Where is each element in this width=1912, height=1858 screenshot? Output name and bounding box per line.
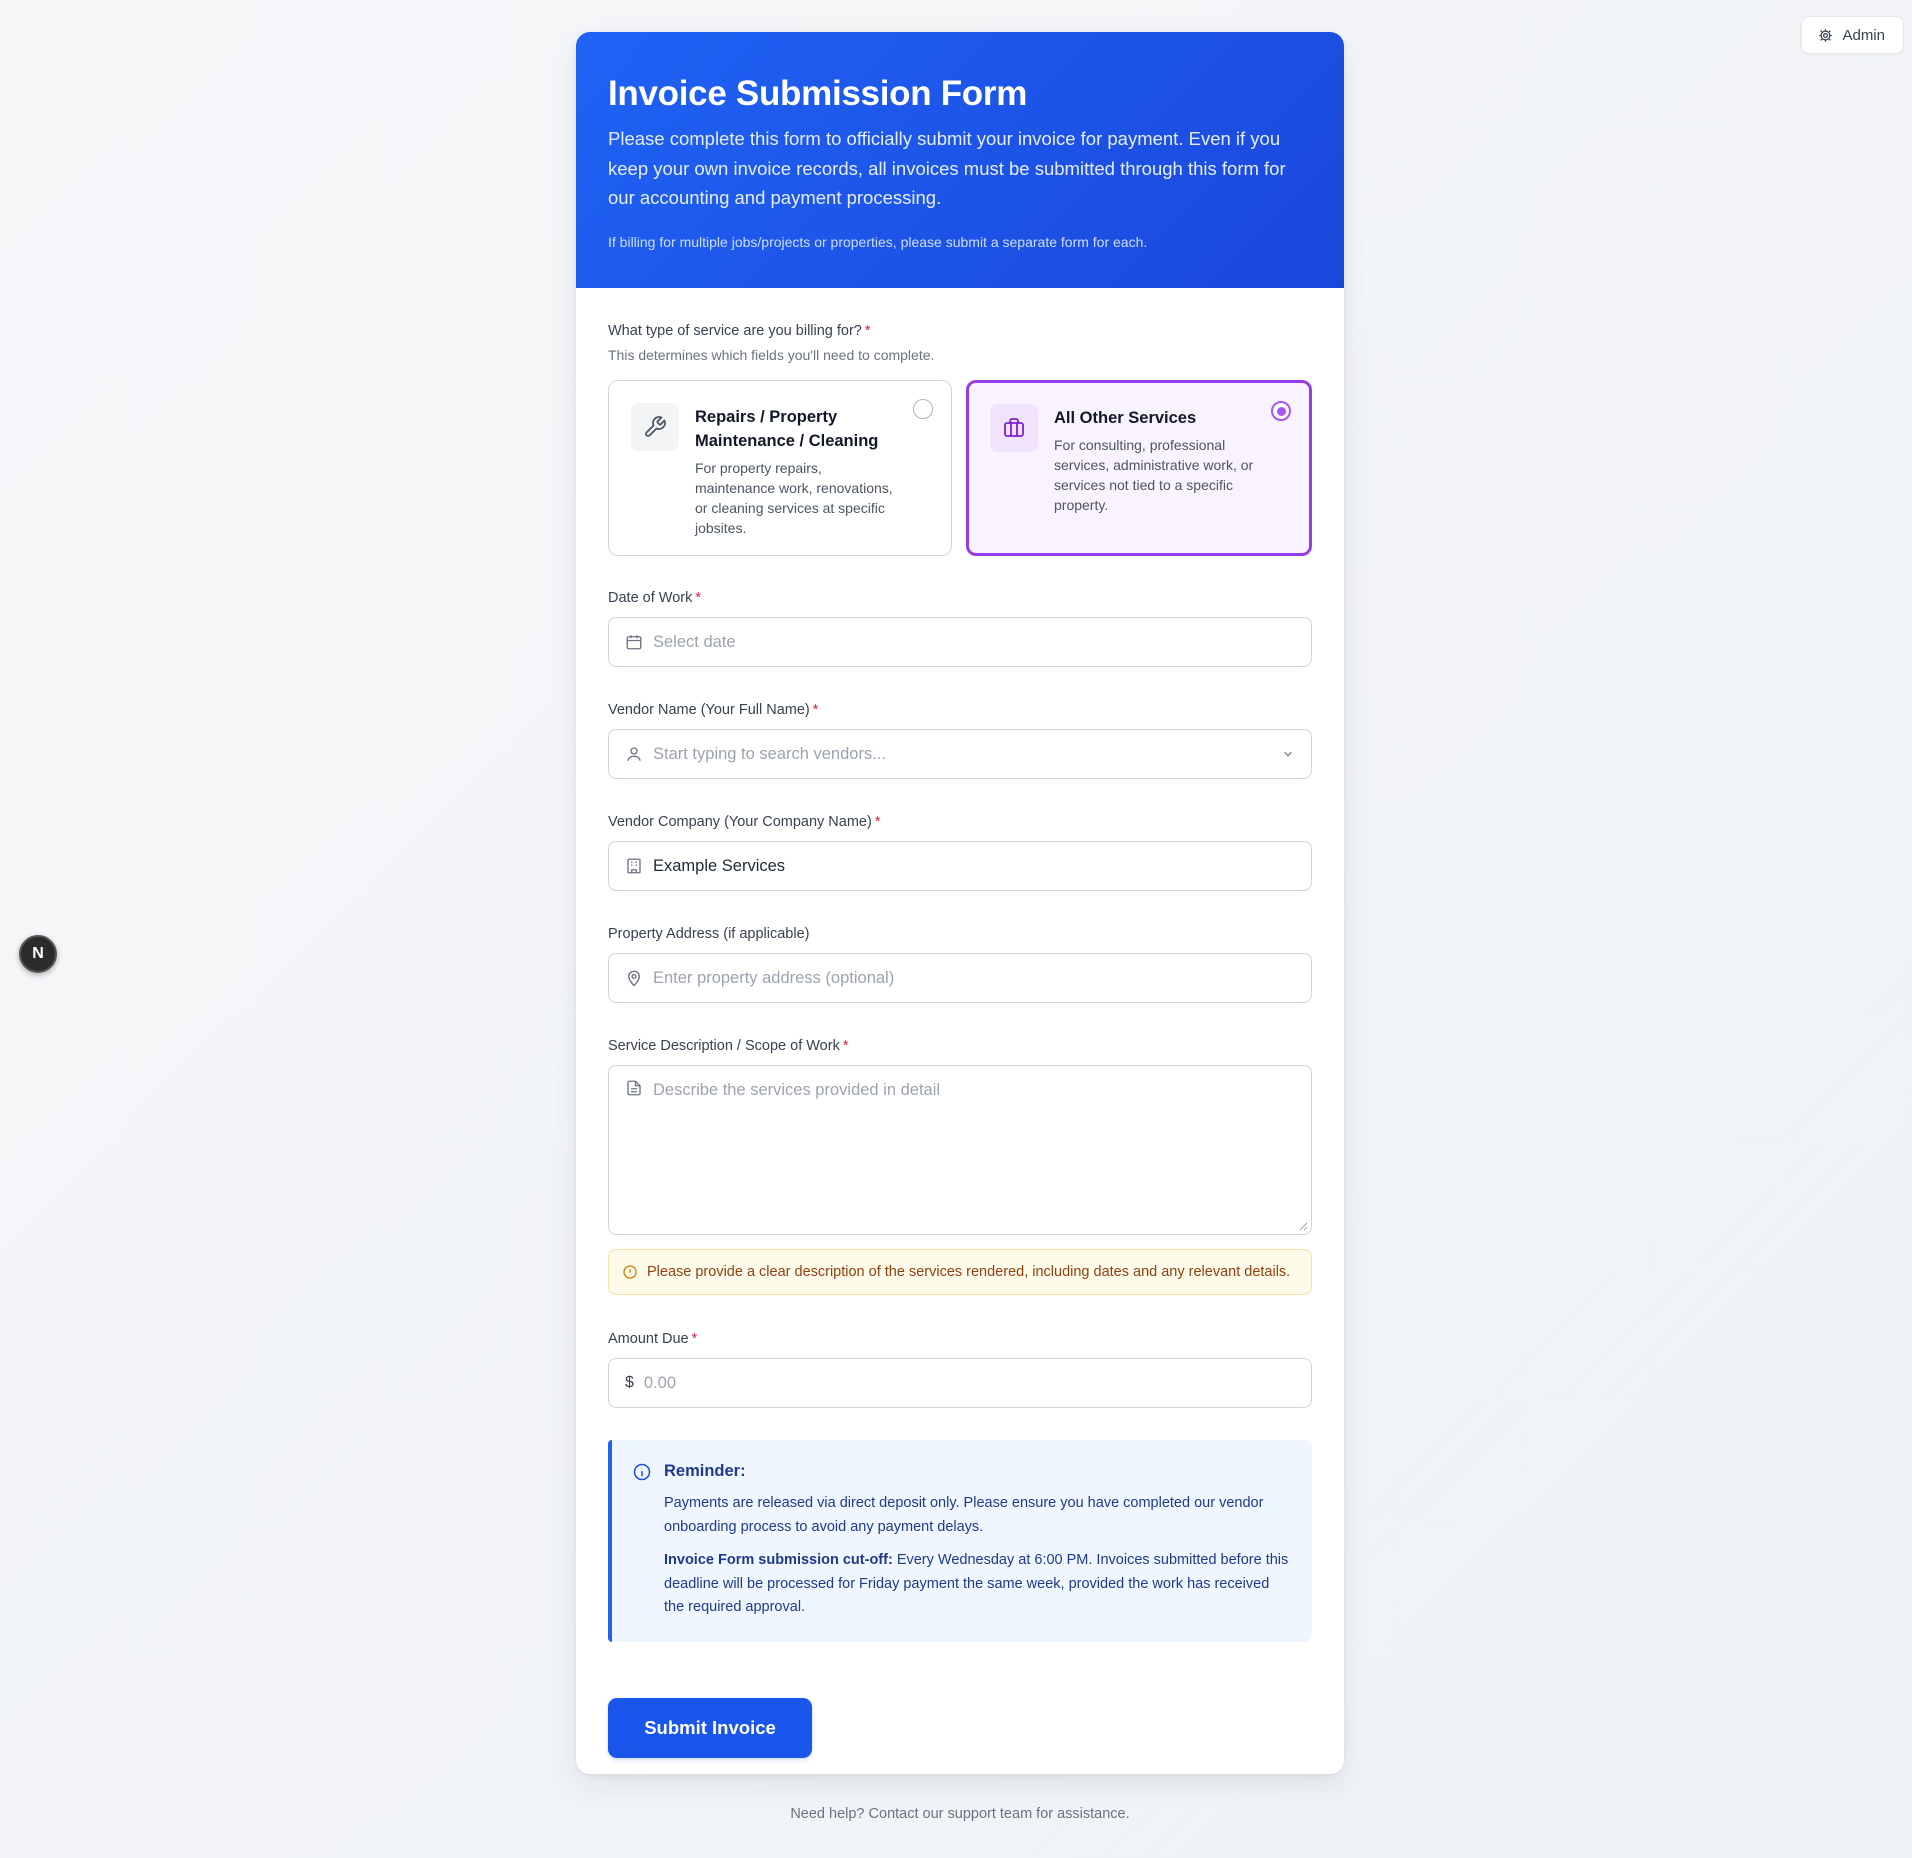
description-warning: Please provide a clear description of th…: [608, 1249, 1312, 1295]
vendor-name-field: Vendor Name (Your Full Name) * Start typi…: [608, 701, 1312, 779]
warning-text: Please provide a clear description of th…: [647, 1264, 1291, 1280]
map-pin-icon: [628, 970, 640, 987]
property-address-placeholder: Enter property address (optional): [653, 968, 895, 987]
reminder-p2: Invoice Form submission cut-off: Every W…: [664, 1549, 1290, 1620]
amount-input[interactable]: $ 0.00: [608, 1358, 1312, 1408]
property-address-input[interactable]: Enter property address (optional): [608, 953, 1312, 1003]
radio-other-selected[interactable]: [1271, 401, 1291, 421]
briefcase-icon: [990, 404, 1038, 452]
header-lead: Please complete this form to officially …: [608, 128, 1286, 208]
resize-handle-icon[interactable]: [1298, 1221, 1308, 1231]
description-placeholder: Describe the services provided in detail: [653, 1081, 941, 1099]
form-body: What type of service are you billing for…: [576, 288, 1344, 1758]
admin-button[interactable]: Admin: [1801, 16, 1904, 54]
reminder-p1: Payments are released via direct deposit…: [664, 1495, 1264, 1535]
property-address-field: Property Address (if applicable) Enter p…: [608, 925, 1312, 1003]
vendor-company-input[interactable]: Example Services: [608, 841, 1312, 891]
wrench-icon: [631, 403, 679, 451]
property-address-label: Property Address (if applicable): [608, 926, 810, 942]
service-option-repairs[interactable]: Repairs / Property Maintenance / Cleanin…: [608, 380, 952, 556]
reminder-box: Reminder: Payments are released via dire…: [608, 1440, 1312, 1642]
vendor-company-field: Vendor Company (Your Company Name) * Exam…: [608, 813, 1312, 891]
page-title: Invoice Submission Form: [608, 74, 1028, 113]
admin-label: Admin: [1842, 26, 1885, 44]
service-helper: This determines which fields you'll need…: [608, 347, 935, 363]
document-icon: [627, 1080, 641, 1096]
chevron-down-icon[interactable]: [1281, 747, 1295, 761]
amount-placeholder: 0.00: [643, 1373, 677, 1392]
date-label: Date of Work *: [608, 590, 702, 606]
form-header: Invoice Submission Form Please complete …: [576, 32, 1344, 288]
description-field: Service Description / Scope of Work * Des…: [608, 1037, 1312, 1235]
currency-symbol: $: [625, 1374, 634, 1391]
info-icon: [633, 1463, 651, 1481]
vendor-name-combobox[interactable]: Start typing to search vendors...: [608, 729, 1312, 779]
radio-repairs[interactable]: [913, 399, 933, 419]
amount-label: Amount Due *: [608, 1331, 698, 1347]
calendar-icon: [626, 635, 642, 650]
header-note: If billing for multiple jobs/projects or…: [608, 233, 1148, 250]
date-input[interactable]: Select date: [608, 617, 1312, 667]
vendor-name-label: Vendor Name (Your Full Name) *: [608, 702, 819, 718]
vendor-company-value: Example Services: [653, 856, 786, 875]
building-icon: [627, 858, 641, 874]
service-type-options: Repairs / Property Maintenance / Cleanin…: [608, 380, 1312, 556]
gear-icon: [1819, 28, 1833, 42]
service-question: What type of service are you billing for…: [608, 323, 871, 339]
service-option-title: All Other Services: [1054, 409, 1197, 427]
vendor-name-placeholder: Start typing to search vendors...: [653, 744, 886, 763]
user-icon: [627, 747, 641, 761]
description-textarea[interactable]: Describe the services provided in detail: [608, 1065, 1312, 1235]
dev-badge-letter: N: [32, 945, 44, 962]
service-option-title: Repairs / Property Maintenance / Cleanin…: [695, 408, 879, 450]
service-option-repairs-text: Repairs / Property Maintenance / Cleanin…: [695, 403, 929, 555]
reminder-content: Reminder: Payments are released via dire…: [664, 1460, 1290, 1620]
footer-help-text: Need help? Contact our support team for …: [790, 1806, 1130, 1822]
description-label: Service Description / Scope of Work *: [608, 1038, 849, 1054]
service-option-desc: For property repairs, maintenance work, …: [695, 460, 893, 536]
dev-badge[interactable]: N: [19, 935, 57, 973]
alert-circle-icon: [623, 1265, 637, 1279]
vendor-company-label: Vendor Company (Your Company Name) *: [608, 814, 881, 830]
service-option-desc: For consulting, professional services, a…: [1054, 437, 1254, 513]
invoice-form-card: Invoice Submission Form Please complete …: [576, 32, 1344, 1774]
date-field: Date of Work * Select date: [608, 589, 1312, 667]
date-placeholder: Select date: [653, 632, 736, 651]
reminder-title: Reminder:: [664, 1462, 746, 1480]
service-option-other[interactable]: All Other Services For consulting, profe…: [966, 380, 1312, 556]
service-option-other-text: All Other Services For consulting, profe…: [1054, 404, 1288, 553]
cutoff-label: Invoice Form submission cut-off:: [664, 1552, 893, 1568]
amount-field: Amount Due * $ 0.00: [608, 1330, 1312, 1408]
submit-invoice-button[interactable]: Submit Invoice: [608, 1697, 812, 1758]
